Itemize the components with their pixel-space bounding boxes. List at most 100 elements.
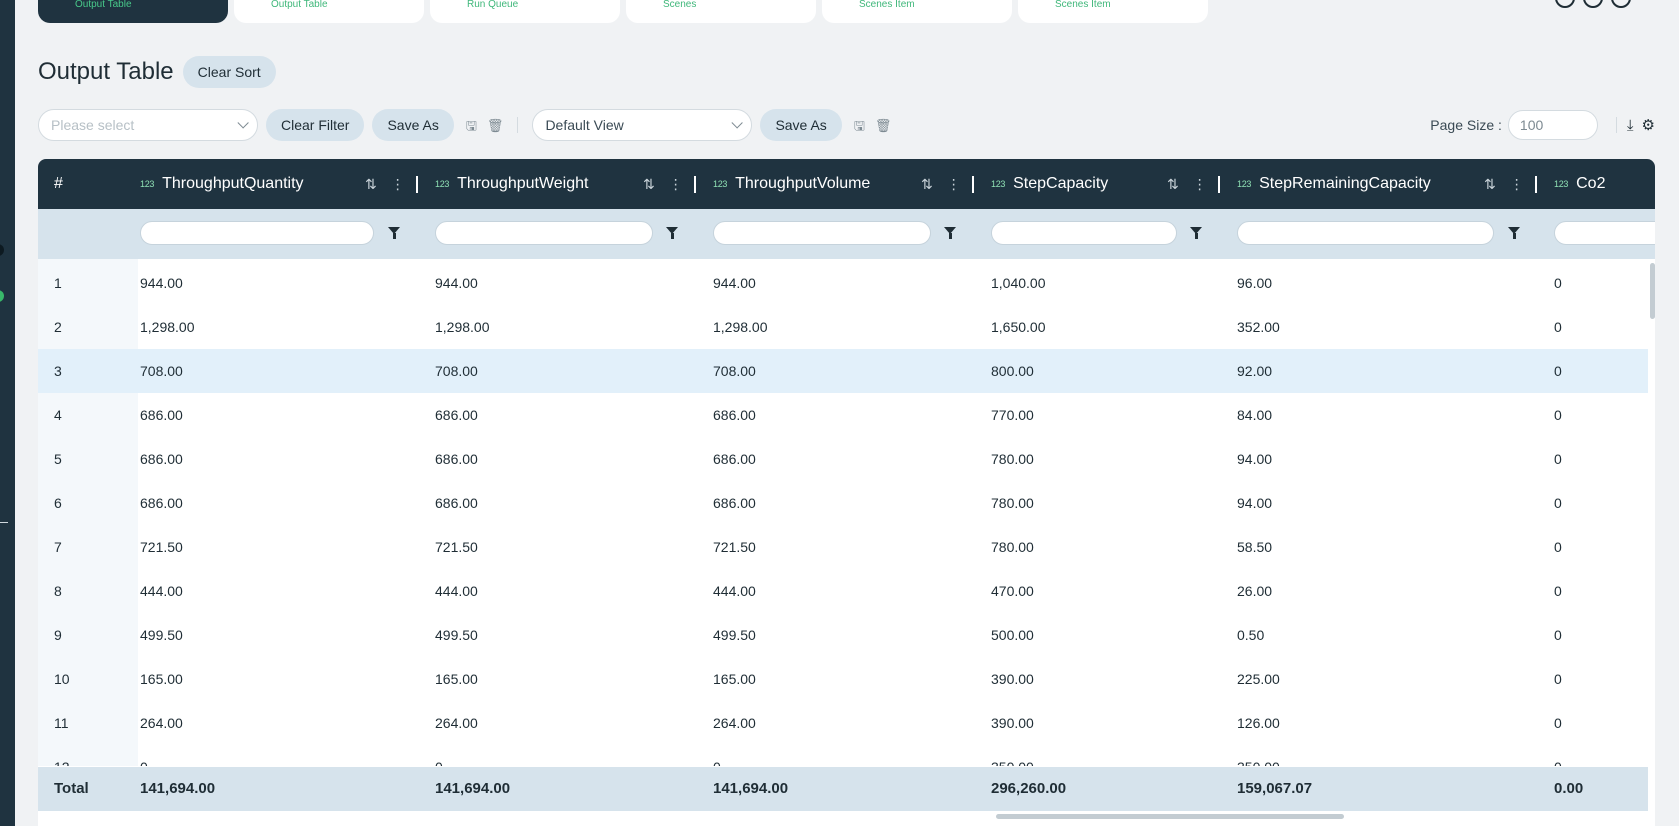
table-cell[interactable]: 444.00 (140, 569, 183, 613)
table-cell[interactable]: 92.00 (1237, 349, 1272, 393)
table-cell[interactable]: 800.00 (991, 349, 1034, 393)
filter-icon[interactable] (1508, 227, 1520, 239)
sort-icon[interactable]: ⇅ (1167, 176, 1179, 193)
table-cell[interactable]: 165.00 (435, 657, 478, 701)
table-cell[interactable]: 0 (1554, 437, 1562, 481)
column-filter-input[interactable] (991, 221, 1177, 245)
gear-icon[interactable]: ⚙ (1642, 116, 1655, 134)
table-cell[interactable]: 165.00 (140, 657, 183, 701)
table-row[interactable]: 5 686.00 686.00 686.00 780.00 94.00 0 (38, 437, 1648, 481)
table-cell[interactable]: 770.00 (991, 393, 1034, 437)
table-cell[interactable]: 26.00 (1237, 569, 1272, 613)
table-cell[interactable]: 0 (1554, 481, 1562, 525)
save-icon[interactable]: 🖫 (466, 119, 477, 132)
table-row[interactable]: 6 686.00 686.00 686.00 780.00 94.00 0 (38, 481, 1648, 525)
sort-icon[interactable]: ⇅ (365, 176, 377, 193)
column-resize-handle[interactable] (416, 176, 418, 193)
table-cell[interactable]: 686.00 (713, 437, 756, 481)
table-cell[interactable]: 0 (1554, 393, 1562, 437)
column-resize-handle[interactable] (1535, 176, 1537, 193)
sort-icon[interactable]: ⇅ (1484, 176, 1496, 193)
table-cell[interactable]: 126.00 (1237, 701, 1280, 745)
table-cell[interactable]: 0 (1554, 657, 1562, 701)
table-cell[interactable]: 780.00 (991, 525, 1034, 569)
table-cell[interactable]: 0 (1554, 613, 1562, 657)
table-cell[interactable]: 721.50 (140, 525, 183, 569)
more-vertical-icon[interactable]: ⋮ (1193, 176, 1207, 193)
filter-icon[interactable] (1190, 227, 1202, 239)
clear-sort-button[interactable]: Clear Sort (182, 56, 276, 88)
table-cell[interactable]: 721.50 (713, 525, 756, 569)
table-cell[interactable]: 165.00 (713, 657, 756, 701)
sort-icon[interactable]: ⇅ (643, 176, 655, 193)
column-header-co2[interactable]: 123 Co2 (1554, 159, 1605, 209)
table-cell[interactable]: 721.50 (435, 525, 478, 569)
table-cell[interactable]: 686.00 (435, 393, 478, 437)
save-icon[interactable]: 🖫 (854, 119, 865, 132)
table-row[interactable]: 4 686.00 686.00 686.00 770.00 84.00 0 (38, 393, 1648, 437)
view-select[interactable]: Default View (532, 109, 753, 141)
table-cell[interactable]: 264.00 (713, 701, 756, 745)
table-row[interactable]: 7 721.50 721.50 721.50 780.00 58.50 0 (38, 525, 1648, 569)
table-row[interactable]: 1 944.00 944.00 944.00 1,040.00 96.00 0 (38, 261, 1648, 305)
more-vertical-icon[interactable]: ⋮ (1510, 176, 1524, 193)
table-cell[interactable]: 1,040.00 (991, 261, 1046, 305)
trash-icon[interactable]: 🗑 (875, 119, 892, 132)
column-filter-input[interactable] (435, 221, 653, 245)
table-cell[interactable]: 0 (1554, 525, 1562, 569)
column-resize-handle[interactable] (972, 176, 974, 193)
table-row[interactable]: 9 499.50 499.50 499.50 500.00 0.50 0 (38, 613, 1648, 657)
filter-select[interactable]: Please select (38, 109, 258, 141)
column-header-stepremainingcapacity[interactable]: 123 StepRemainingCapacity (1237, 159, 1431, 209)
clear-filter-button[interactable]: Clear Filter (266, 109, 365, 141)
table-cell[interactable]: 500.00 (991, 613, 1034, 657)
table-cell[interactable]: 708.00 (435, 349, 478, 393)
tab-output-table-active[interactable]: Output Table (38, 0, 228, 23)
trash-icon[interactable]: 🗑 (487, 119, 504, 132)
table-cell[interactable]: 686.00 (435, 437, 478, 481)
rail-status-dot-icon[interactable] (0, 290, 4, 302)
table-cell[interactable]: 944.00 (140, 261, 183, 305)
tab-run-queue[interactable]: Run Queue (430, 0, 620, 23)
column-header-throughputquantity[interactable]: 123 ThroughputQuantity (140, 159, 304, 209)
table-cell[interactable]: 94.00 (1237, 481, 1272, 525)
sort-icon[interactable]: ⇅ (921, 176, 933, 193)
table-cell[interactable]: 780.00 (991, 481, 1034, 525)
table-cell[interactable]: 499.50 (140, 613, 183, 657)
page-size-input[interactable] (1507, 110, 1598, 140)
table-cell[interactable]: 708.00 (140, 349, 183, 393)
table-row[interactable]: 8 444.00 444.00 444.00 470.00 26.00 0 (38, 569, 1648, 613)
table-cell[interactable]: 96.00 (1237, 261, 1272, 305)
table-cell[interactable]: 264.00 (140, 701, 183, 745)
filter-icon[interactable] (944, 227, 956, 239)
table-cell[interactable]: 470.00 (991, 569, 1034, 613)
tab-scenes[interactable]: Scenes (626, 0, 816, 23)
horizontal-scrollbar[interactable] (996, 814, 1344, 819)
column-filter-input[interactable] (140, 221, 374, 245)
table-cell[interactable]: 84.00 (1237, 393, 1272, 437)
table-cell[interactable]: 944.00 (435, 261, 478, 305)
table-cell[interactable]: 708.00 (713, 349, 756, 393)
table-cell[interactable]: 0 (1554, 261, 1562, 305)
column-resize-handle[interactable] (694, 176, 696, 193)
table-cell[interactable]: 0 (140, 745, 148, 766)
table-cell[interactable]: 499.50 (435, 613, 478, 657)
table-row[interactable]: 10 165.00 165.00 165.00 390.00 225.00 0 (38, 657, 1648, 701)
rail-dot-icon[interactable] (0, 244, 4, 256)
table-cell[interactable]: 686.00 (713, 393, 756, 437)
tab-scenes-item[interactable]: Scenes Item (822, 0, 1012, 23)
table-cell[interactable]: 0 (1554, 305, 1562, 349)
table-cell[interactable]: 780.00 (991, 437, 1034, 481)
table-cell[interactable]: 0 (1554, 569, 1562, 613)
table-cell[interactable]: 1,650.00 (991, 305, 1046, 349)
table-cell[interactable]: 0.50 (1237, 613, 1264, 657)
table-cell[interactable]: 1,298.00 (713, 305, 768, 349)
circle-icon[interactable] (1583, 0, 1603, 8)
table-cell[interactable]: 686.00 (140, 481, 183, 525)
download-icon[interactable]: ⤓ (1627, 117, 1634, 134)
table-cell[interactable]: 0 (1554, 745, 1562, 766)
table-cell[interactable]: 686.00 (140, 437, 183, 481)
save-as-filter-button[interactable]: Save As (372, 109, 454, 141)
column-filter-input[interactable] (1237, 221, 1494, 245)
table-cell[interactable]: 352.00 (1237, 305, 1280, 349)
